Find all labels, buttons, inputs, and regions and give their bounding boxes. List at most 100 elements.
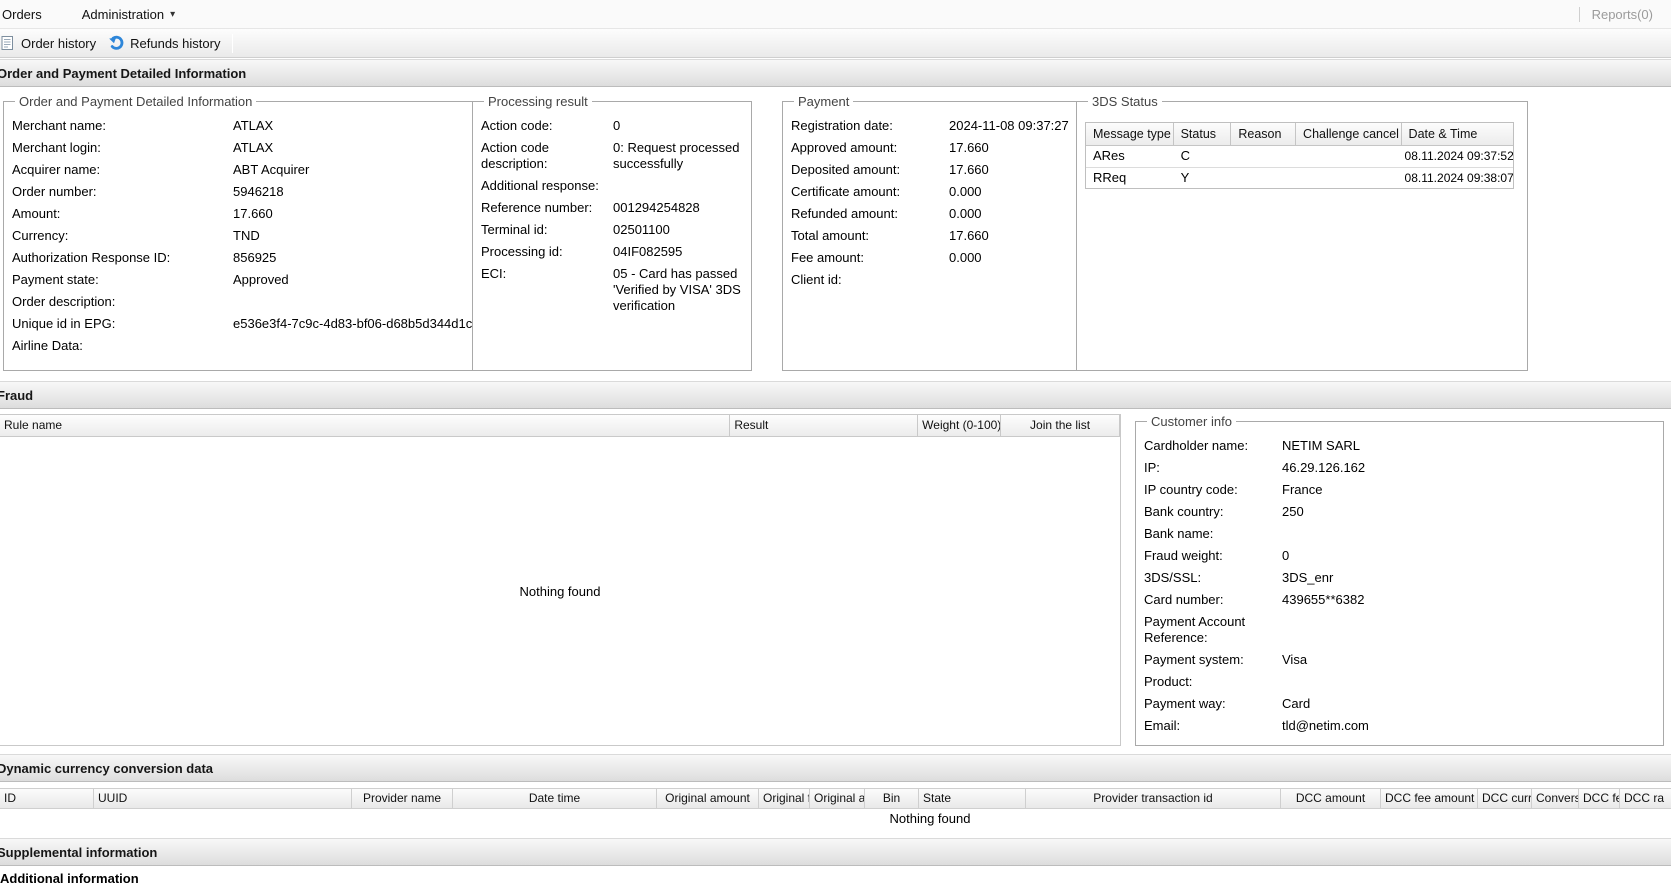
field-row: Processing id: 04IF082595 [481, 244, 743, 260]
field-value: 0.000 [949, 206, 982, 221]
field-row: IP: 46.29.126.162 [1144, 460, 1655, 476]
field-row: Authorization Response ID: 856925 [12, 250, 472, 266]
field-row: Certificate amount: 0.000 [791, 184, 1069, 200]
field-label: Payment Account Reference: [1144, 614, 1246, 645]
column-header[interactable]: Rule name [0, 415, 731, 436]
dcc-table: ID UUID Provider name Date time Original amo… [0, 788, 1671, 829]
field-label: Airline Data: [12, 338, 83, 353]
field-row: Payment way: Card [1144, 696, 1655, 712]
section-title: Supplemental information [0, 844, 158, 860]
field-label: Deposited amount: [791, 162, 901, 177]
field-label: Fraud weight: [1144, 548, 1223, 563]
field-row: IP country code: France [1144, 482, 1655, 498]
table-row[interactable]: ARes C 08.11.2024 09:37:52 [1086, 146, 1513, 167]
field-value [233, 338, 472, 354]
field-label: Payment state: [12, 272, 99, 287]
column-header[interactable]: DCC fee amount [1381, 789, 1478, 808]
threeds-table-header: Message type Status Reason Challenge cancel… [1086, 123, 1513, 146]
field-label: IP: [1144, 460, 1160, 475]
column-header[interactable]: DCC amount [1281, 789, 1381, 808]
field-label: Order description: [12, 294, 116, 309]
field-value: e536e3f4-7c9c-4d83-bf06-d68b5d344d1c [233, 316, 473, 331]
field-row: Unique id in EPG: e536e3f4-7c9c-4d83-bf06… [12, 316, 472, 332]
field-label: Unique id in EPG: [12, 316, 116, 331]
column-header[interactable]: UUID [94, 789, 352, 808]
field-row: Deposited amount: 17.660 [791, 162, 1069, 178]
column-header[interactable]: Original amount [657, 789, 759, 808]
panel-order-info: Order and Payment Detailed Information M… [3, 94, 482, 371]
field-label: ECI: [481, 266, 507, 281]
reports-link[interactable]: Reports(0) [1592, 7, 1653, 22]
column-header[interactable]: Weight (0-100) [918, 415, 1002, 436]
field-label: Currency: [12, 228, 69, 243]
field-list: Registration date: 2024-11-08 09:37:27 App… [791, 118, 1069, 288]
menu-bar: Orders Administration ▾ Reports(0) [0, 0, 1671, 28]
order-history-button[interactable]: Order history [0, 31, 100, 55]
column-header[interactable]: Original a [810, 789, 865, 808]
column-header[interactable]: Message type [1086, 123, 1174, 145]
field-row: ECI: 05 - Card has passed 'Verified by VI… [481, 266, 743, 314]
field-value: Visa [1282, 652, 1308, 667]
refund-arrow-icon [109, 35, 124, 50]
table-row[interactable]: RReq Y 08.11.2024 09:38:07 [1086, 167, 1513, 188]
table-cell [1231, 168, 1296, 188]
menu-item-orders[interactable]: Orders [0, 7, 48, 22]
column-header[interactable]: Challenge cancel [1296, 123, 1402, 145]
field-row: Action code: 0 [481, 118, 743, 134]
field-value: 17.660 [233, 206, 273, 221]
column-header[interactable]: Date time [453, 789, 657, 808]
field-row: Bank country: 250 [1144, 504, 1655, 520]
column-header[interactable]: DCC fee [1579, 789, 1620, 808]
document-icon [1, 36, 13, 50]
field-row: Action code description: 0: Request proce… [481, 140, 743, 172]
field-label: Merchant name: [12, 118, 106, 133]
field-label: Amount: [12, 206, 61, 221]
field-label: IP country code: [1144, 482, 1238, 497]
toolbar: Order history Refunds history [0, 28, 1671, 58]
dcc-table-empty-state: Nothing found [889, 811, 971, 826]
field-value: 05 - Card has passed 'Verified by VISA' … [613, 266, 741, 313]
column-header[interactable]: Original f [759, 789, 810, 808]
column-header[interactable]: State [919, 789, 1026, 808]
refunds-history-button[interactable]: Refunds history [104, 31, 224, 55]
field-label: Authorization Response ID: [12, 250, 171, 265]
table-cell: ARes [1093, 148, 1125, 163]
column-header[interactable]: Join the list [1001, 415, 1120, 436]
column-header[interactable]: Status [1174, 123, 1232, 145]
menu-item-administration[interactable]: Administration ▾ [76, 7, 181, 22]
field-row: Order number: 5946218 [12, 184, 472, 200]
column-header[interactable]: Provider transaction id [1026, 789, 1281, 808]
field-value [949, 272, 1069, 288]
column-header[interactable]: Bin [865, 789, 919, 808]
column-header[interactable]: Result [730, 415, 919, 436]
column-header[interactable]: Conversi [1532, 789, 1579, 808]
field-row: Email: tld@netim.com [1144, 718, 1655, 734]
column-header[interactable]: DCC curr [1478, 789, 1532, 808]
menu-separator [1578, 6, 1580, 22]
panel-legend: Processing result [488, 94, 588, 109]
field-label: Terminal id: [481, 222, 548, 237]
field-label: Additional response: [481, 178, 599, 193]
table-cell: 08.11.2024 09:37:52 [1404, 149, 1513, 163]
field-row: Order description: [12, 294, 472, 310]
field-row: Currency: TND [12, 228, 472, 244]
field-row: Card number: 439655**6382 [1144, 592, 1655, 608]
field-label: Refunded amount: [791, 206, 898, 221]
panel-3ds-status: 3DS Status Message type Status Reason Chall… [1076, 94, 1528, 371]
field-label: Cardholder name: [1144, 438, 1249, 453]
field-value: 0 [1282, 548, 1290, 563]
panel-legend: Payment [798, 94, 850, 109]
column-header[interactable]: Provider name [352, 789, 453, 808]
column-header[interactable]: Date & Time [1402, 123, 1513, 145]
panel-legend: Customer info [1151, 414, 1232, 429]
field-value: 250 [1282, 504, 1304, 519]
column-header[interactable]: ID [0, 789, 94, 808]
field-value: 5946218 [233, 184, 284, 199]
column-header[interactable]: DCC ra [1620, 789, 1671, 808]
toolbar-separator [232, 33, 234, 53]
column-header[interactable]: Reason [1231, 123, 1297, 145]
panel-legend: Order and Payment Detailed Information [19, 94, 253, 109]
field-row: 3DS/SSL: 3DS_enr [1144, 570, 1655, 586]
field-value: 0: Request processed successfully [613, 140, 740, 171]
field-value: 0.000 [949, 184, 982, 199]
